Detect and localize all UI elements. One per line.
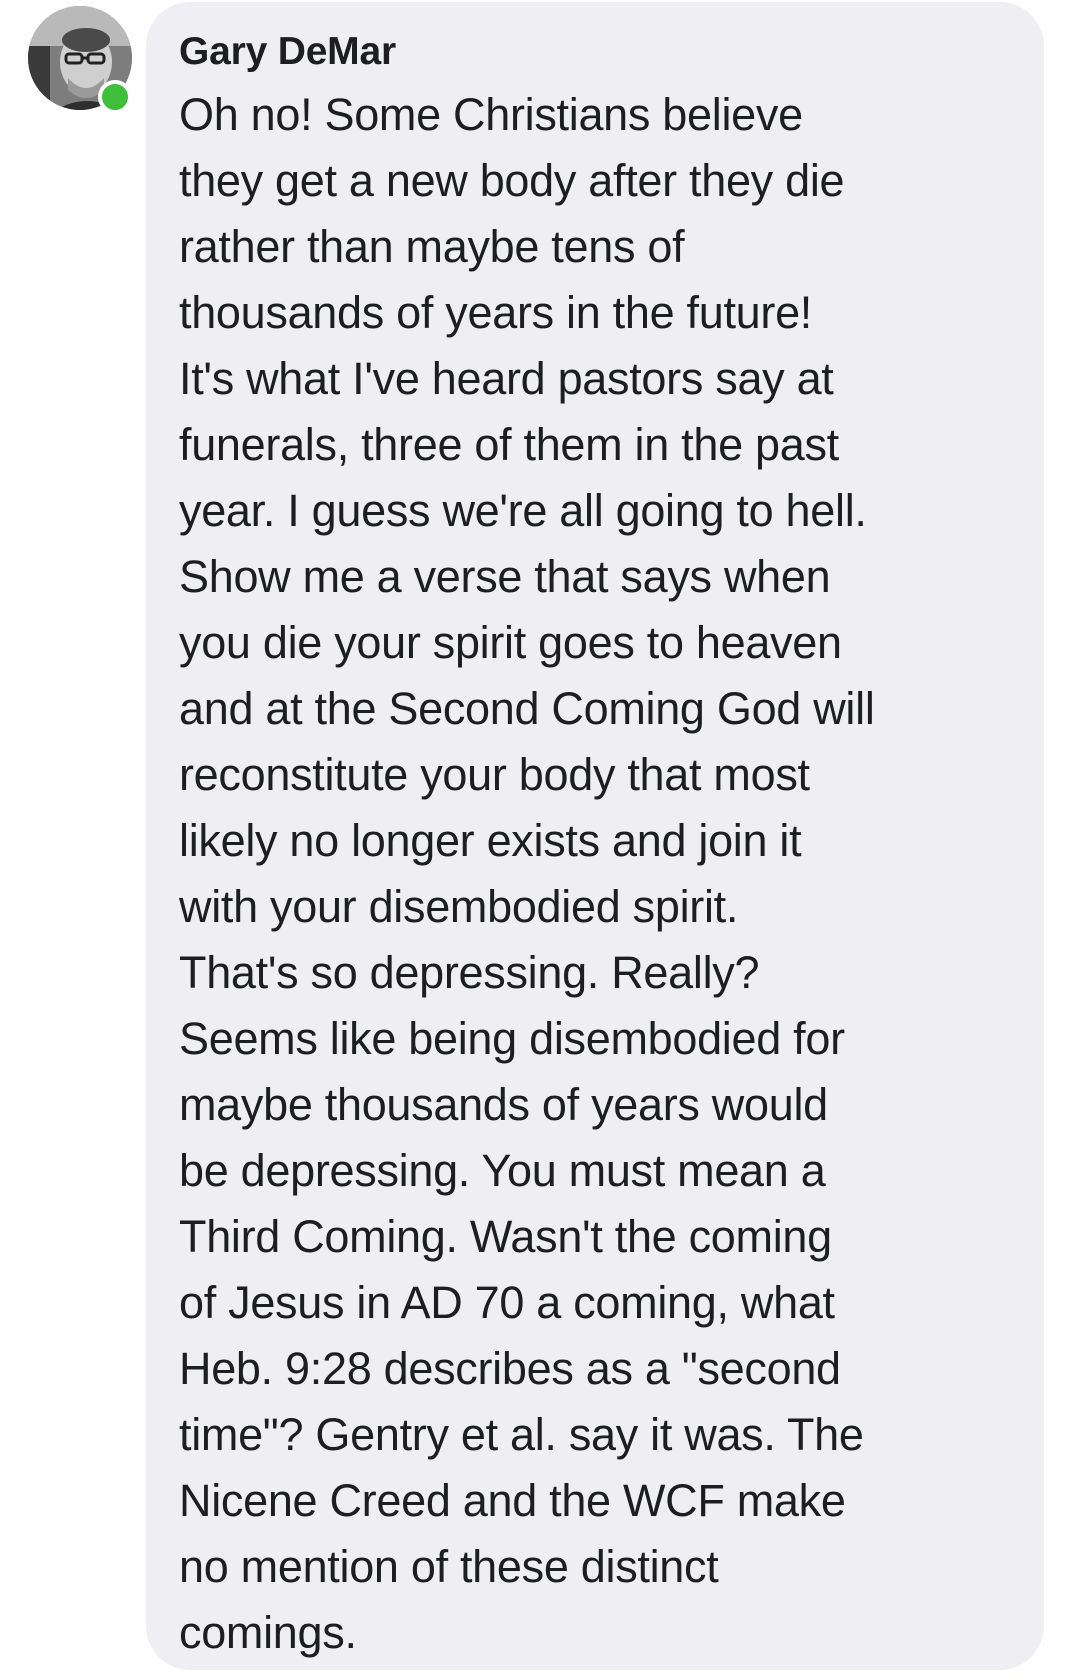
comment-line: Oh no! Some Christians believe [179,89,803,140]
comment-line: reconstitute your body that most [179,749,810,800]
comment-line: year. I guess we're all going to hell. [179,485,867,536]
comment-line: Nicene Creed and the WCF make [179,1475,846,1526]
comment-line: comings. [179,1607,357,1658]
comment-line: no mention of these distinct [179,1541,719,1592]
avatar-wrap[interactable] [28,6,132,114]
comment-line: Show me a verse that says when [179,551,831,602]
comment-bubble: Gary DeMar Oh no! Some Christians believ… [146,2,1044,1670]
comment-line: you die your spirit goes to heaven [179,617,842,668]
comment-author-name[interactable]: Gary DeMar [179,24,1024,80]
comment-line: with your disembodied spirit. [179,881,739,932]
comment-line: they get a new body after they die [179,155,845,206]
comment-line: thousands of years in the future! [179,287,812,338]
comment-line: Third Coming. Wasn't the coming [179,1211,832,1262]
comment-line: time"? Gentry et al. say it was. The [179,1409,864,1460]
comment-line: That's so depressing. Really? [179,947,760,998]
comment-line: Heb. 9:28 describes as a "second [179,1343,841,1394]
comment-line: be depressing. You must mean a [179,1145,826,1196]
online-status-icon [98,80,132,114]
comment-line: rather than maybe tens of [179,221,685,272]
comment-row: Gary DeMar Oh no! Some Christians believ… [0,0,1080,1680]
comment-line: maybe thousands of years would [179,1079,828,1130]
comment-line: likely no longer exists and join it [179,815,802,866]
comment-text: Oh no! Some Christians believe they get … [179,82,1024,1666]
comment-line: of Jesus in AD 70 a coming, what [179,1277,835,1328]
comment-line: funerals, three of them in the past [179,419,839,470]
comment-line: It's what I've heard pastors say at [179,353,834,404]
comment-line: Seems like being disembodied for [179,1013,845,1064]
comment-line: and at the Second Coming God will [179,683,875,734]
